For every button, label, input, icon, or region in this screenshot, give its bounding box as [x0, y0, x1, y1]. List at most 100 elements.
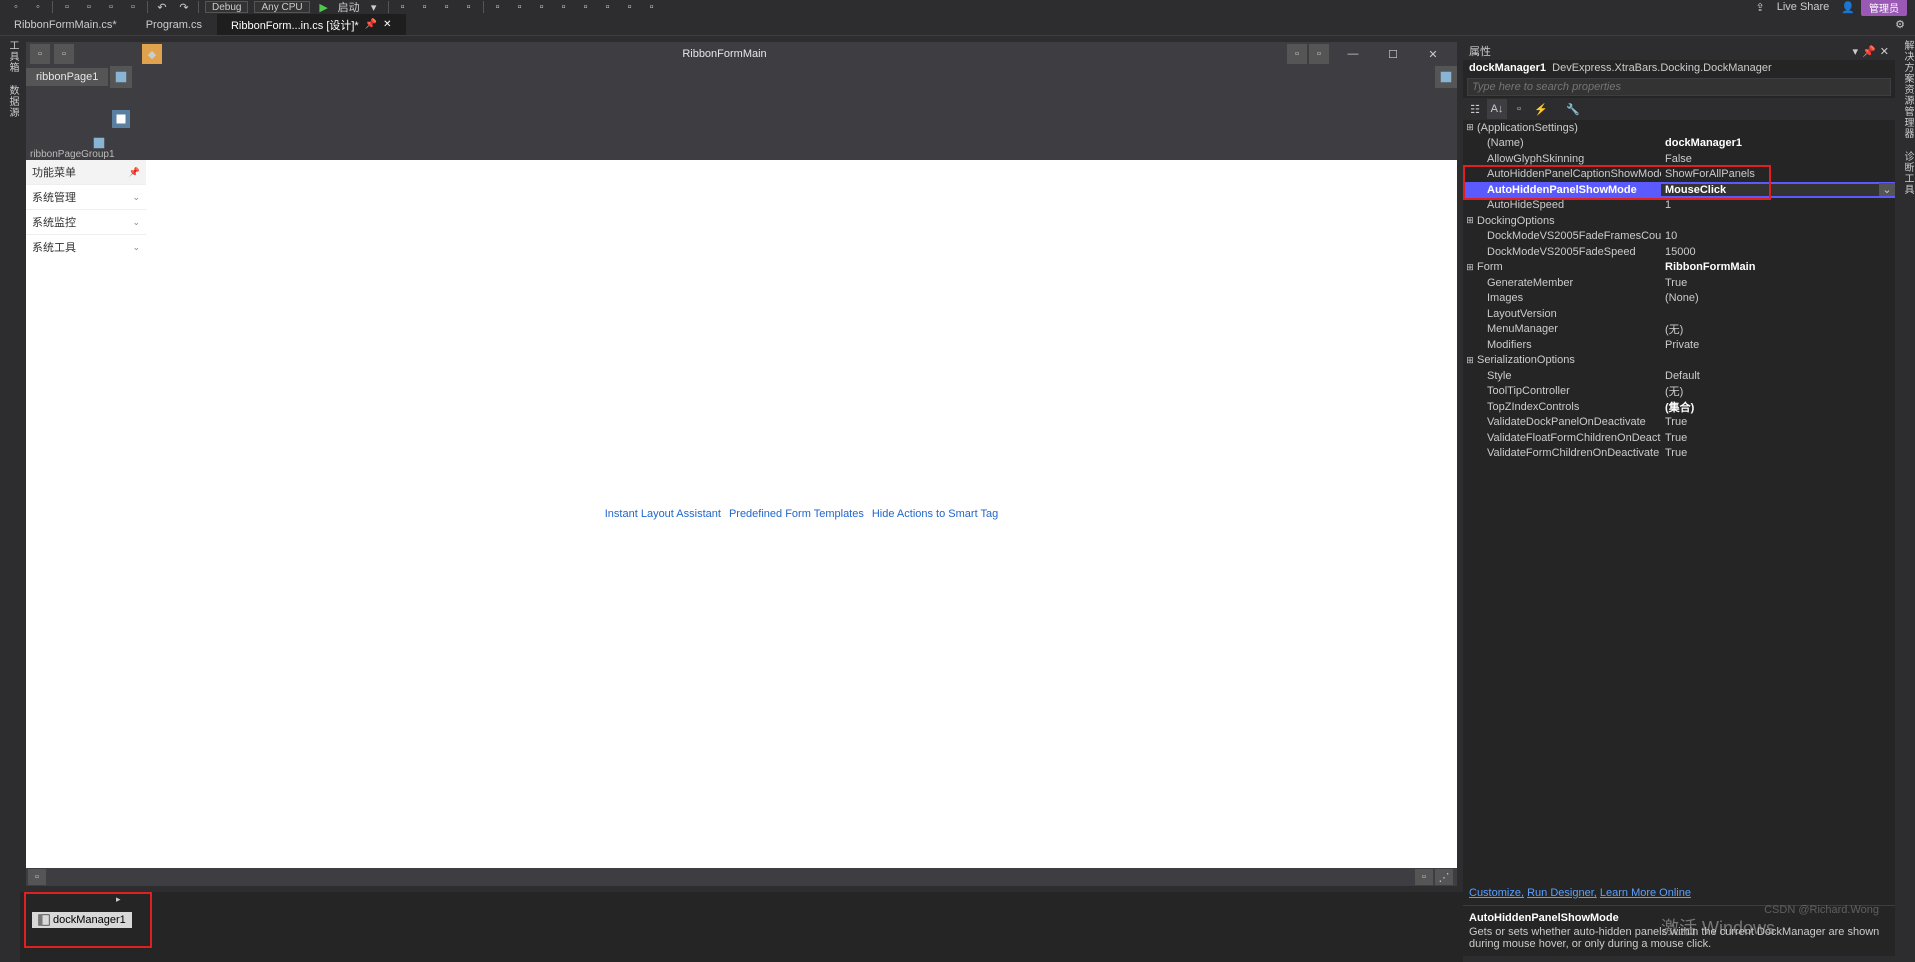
start-label[interactable]: 启动 — [338, 0, 360, 15]
ribbon-add-icon[interactable] — [110, 66, 132, 88]
start-icon[interactable]: ▶ — [316, 0, 332, 14]
expand-icon[interactable]: ⊞ — [1463, 122, 1477, 133]
pin-icon[interactable]: 📌 — [129, 167, 140, 178]
property-value[interactable]: True — [1661, 416, 1895, 428]
ribbon-group-add-icon[interactable] — [112, 110, 130, 128]
property-value[interactable]: False — [1661, 153, 1895, 165]
property-row[interactable]: ⊞DockingOptions — [1463, 213, 1895, 229]
liveshare-label[interactable]: Live Share — [1771, 1, 1836, 13]
property-value[interactable]: RibbonFormMain — [1661, 261, 1895, 273]
open-icon[interactable]: ▫ — [81, 0, 97, 14]
property-value[interactable]: 10 — [1661, 230, 1895, 242]
right-solution-strip[interactable]: 解决方案资源管理器 诊断工具 — [1895, 36, 1915, 962]
designer-btn[interactable]: ▫ — [54, 44, 74, 64]
toolbar-icon[interactable]: ▫ — [395, 0, 411, 14]
designer-orange-icon[interactable]: ◆ — [142, 44, 162, 64]
property-row[interactable]: ValidateDockPanelOnDeactivateTrue — [1463, 415, 1895, 431]
component-tray[interactable]: ▸ dockManager1 — [20, 892, 1463, 962]
dropdown-icon[interactable]: ▾ — [1853, 45, 1859, 58]
ribbon-body[interactable]: ribbonPageGroup1 — [26, 88, 1457, 160]
toolbar-icon[interactable]: ▫ — [512, 0, 528, 14]
liveshare-icon[interactable]: ⇪ — [1755, 1, 1764, 14]
grip-icon[interactable]: ⋰ — [1435, 869, 1453, 885]
ribbon-tab-page1[interactable]: ribbonPage1 — [26, 68, 108, 86]
close-icon[interactable]: ✕ — [1413, 42, 1453, 66]
config-dropdown[interactable]: Debug — [205, 1, 248, 13]
tab-ribbonformmain-cs[interactable]: RibbonFormMain.cs* — [0, 14, 132, 35]
tray-component-dockmanager[interactable]: dockManager1 — [32, 912, 132, 928]
ribbon-expand-icon[interactable] — [1435, 66, 1457, 88]
events-icon[interactable]: ⚡ — [1531, 99, 1551, 119]
dropdown-icon[interactable]: ▾ — [366, 0, 382, 14]
toolbar-icon[interactable]: ▫ — [578, 0, 594, 14]
left-toolbox-strip[interactable]: 工具箱 数据源 — [0, 36, 20, 962]
hint-link-smarttag[interactable]: Hide Actions to Smart Tag — [872, 508, 998, 520]
user-icon[interactable]: 👤 — [1841, 1, 1855, 14]
property-value[interactable]: MouseClick — [1661, 184, 1879, 196]
hint-link-layout[interactable]: Instant Layout Assistant — [605, 508, 721, 520]
toolbar-icon[interactable]: ▫ — [490, 0, 506, 14]
menu-item[interactable]: 系统工具⌄ — [26, 234, 146, 259]
property-row[interactable]: AutoHiddenPanelCaptionShowModeShowForAll… — [1463, 167, 1895, 183]
close-icon[interactable]: ✕ — [383, 19, 391, 30]
menu-item[interactable]: 系统管理⌄ — [26, 184, 146, 209]
property-row[interactable]: LayoutVersion — [1463, 306, 1895, 322]
property-value[interactable]: (None) — [1661, 292, 1895, 304]
smart-tag-icon[interactable]: ▸ — [116, 894, 121, 905]
nav-back-icon[interactable]: ◦ — [8, 0, 24, 14]
maximize-icon[interactable]: ☐ — [1373, 42, 1413, 66]
property-row[interactable]: AutoHiddenPanelShowModeMouseClick⌄ — [1463, 182, 1895, 198]
designer-bottom-icon[interactable]: ▫ — [1415, 869, 1433, 885]
property-row[interactable]: GenerateMemberTrue — [1463, 275, 1895, 291]
designer-bottom-icon[interactable]: ▫ — [28, 869, 46, 885]
properties-object-selector[interactable]: dockManager1 DevExpress.XtraBars.Docking… — [1463, 60, 1895, 76]
pin-icon[interactable]: 📌 — [365, 19, 377, 30]
property-value[interactable]: True — [1661, 277, 1895, 289]
tab-ribbonform-design[interactable]: RibbonForm...in.cs [设计]* 📌 ✕ — [217, 14, 407, 35]
property-row[interactable]: TopZIndexControls(集合) — [1463, 399, 1895, 415]
property-row[interactable]: DockModeVS2005FadeFramesCount10 — [1463, 229, 1895, 245]
property-value[interactable]: (无) — [1661, 383, 1895, 399]
designer-btn[interactable]: ▫ — [30, 44, 50, 64]
nav-fwd-icon[interactable]: ◦ — [30, 0, 46, 14]
minimize-icon[interactable]: — — [1333, 42, 1373, 66]
saveall-icon[interactable]: ▫ — [125, 0, 141, 14]
toolbar-icon[interactable]: ▫ — [439, 0, 455, 14]
expand-icon[interactable]: ⊞ — [1463, 262, 1477, 273]
property-row[interactable]: Images(None) — [1463, 291, 1895, 307]
platform-dropdown[interactable]: Any CPU — [254, 1, 309, 13]
undo-icon[interactable]: ↶ — [154, 0, 170, 14]
toolbar-icon[interactable]: ▫ — [461, 0, 477, 14]
design-surface[interactable]: 功能菜单 📌 系统管理⌄ 系统监控⌄ 系统工具⌄ Instant Layout … — [26, 160, 1457, 868]
property-value[interactable]: True — [1661, 447, 1895, 459]
toolbar-icon[interactable]: ▫ — [534, 0, 550, 14]
hint-link-templates[interactable]: Predefined Form Templates — [729, 508, 864, 520]
property-value[interactable]: 15000 — [1661, 246, 1895, 258]
property-value[interactable]: Private — [1661, 339, 1895, 351]
tab-program-cs[interactable]: Program.cs — [132, 14, 217, 35]
properties-search-input[interactable] — [1467, 78, 1891, 96]
toolbar-icon[interactable]: ▫ — [622, 0, 638, 14]
property-row[interactable]: StyleDefault — [1463, 368, 1895, 384]
toolbar-icon[interactable]: ▫ — [417, 0, 433, 14]
property-row[interactable]: AutoHideSpeed1 — [1463, 198, 1895, 214]
property-row[interactable]: (Name)dockManager1 — [1463, 136, 1895, 152]
property-value[interactable]: Default — [1661, 370, 1895, 382]
designer-btn[interactable]: ▫ — [1287, 44, 1307, 64]
props-page-icon[interactable]: ▫ — [1509, 99, 1529, 119]
properties-grid[interactable]: ⊞(ApplicationSettings)(Name)dockManager1… — [1463, 120, 1895, 881]
toolbar-icon[interactable]: ▫ — [644, 0, 660, 14]
new-icon[interactable]: ▫ — [59, 0, 75, 14]
close-icon[interactable]: ✕ — [1880, 45, 1889, 58]
property-value[interactable]: (无) — [1661, 321, 1895, 337]
property-value[interactable]: (集合) — [1661, 399, 1895, 415]
property-row[interactable]: MenuManager(无) — [1463, 322, 1895, 338]
property-value[interactable]: ShowForAllPanels — [1661, 168, 1895, 180]
menu-header[interactable]: 功能菜单 📌 — [26, 160, 146, 184]
settings-gear-icon[interactable]: ⚙ — [1895, 18, 1905, 31]
property-row[interactable]: ⊞SerializationOptions — [1463, 353, 1895, 369]
alphabetical-icon[interactable]: A↓ — [1487, 99, 1507, 119]
toolbar-icon[interactable]: ▫ — [556, 0, 572, 14]
property-row[interactable]: ToolTipController(无) — [1463, 384, 1895, 400]
property-value[interactable]: dockManager1 — [1661, 137, 1895, 149]
